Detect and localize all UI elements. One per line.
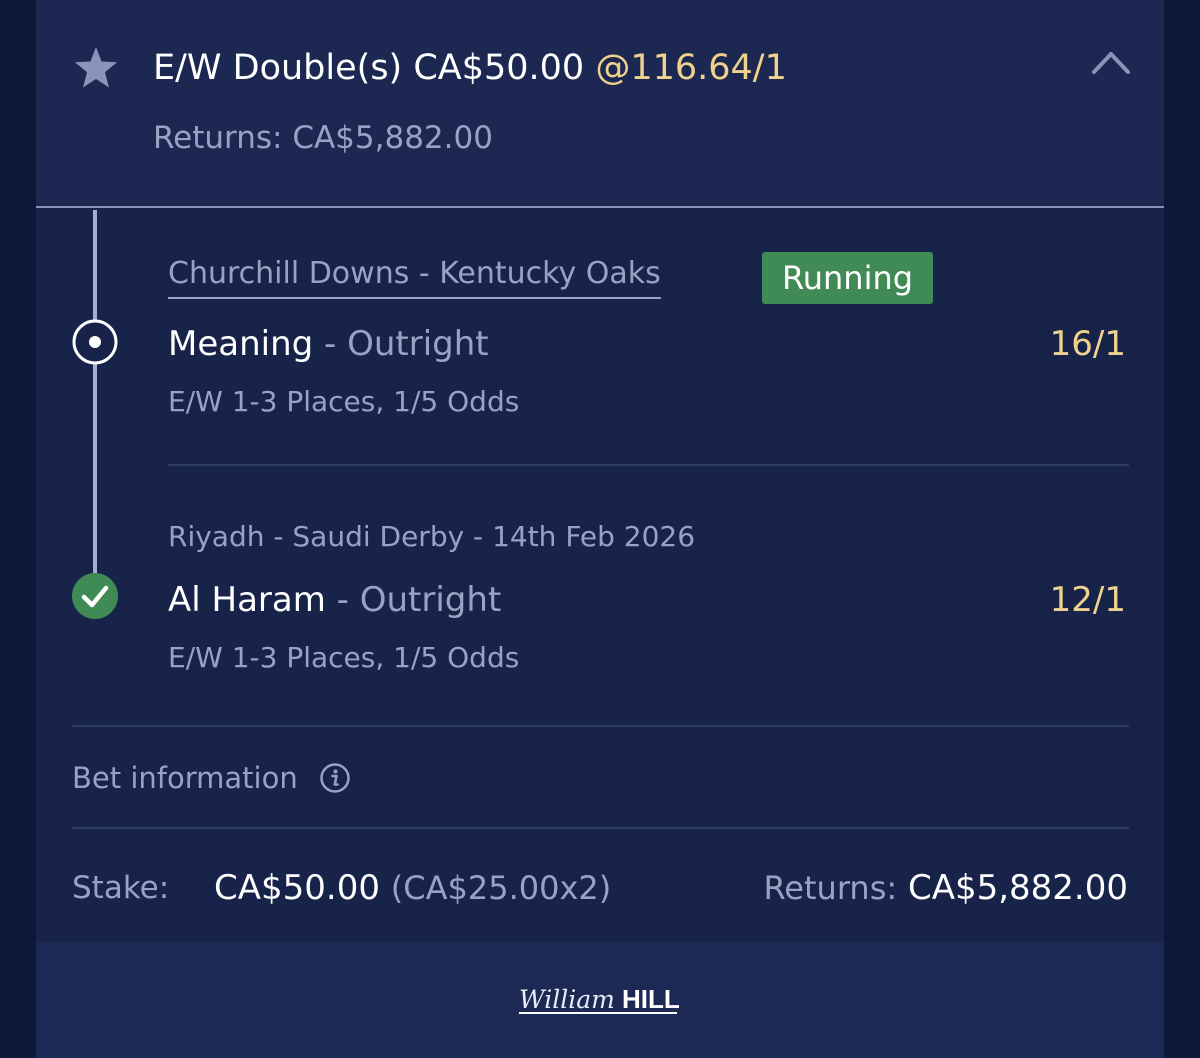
section-divider [72,725,1129,727]
radio-icon [72,319,118,365]
event-link[interactable]: Churchill Downs - Kentucky Oaks [168,254,661,299]
chevron-up-icon[interactable] [1090,48,1132,76]
bet-type: E/W Double(s) CA$50.00 [153,48,585,88]
logo-bold: HILL [622,984,679,1014]
total-odds: @116.64/1 [595,48,787,88]
stake-amount: CA$50.00 [214,868,380,908]
bet-information-link[interactable]: Bet information [72,758,298,798]
event-name: Riyadh - Saudi Derby - 14th Feb 2026 [168,520,696,553]
runner-name: Meaning [168,324,314,364]
info-icon[interactable] [319,762,351,794]
bet-slip-page: E/W Double(s) CA$50.00 @116.64/1 Returns… [0,0,1200,1058]
market-name: - Outright [313,324,489,364]
returns-label: Returns: [763,869,898,907]
leg-divider [168,464,1129,466]
logo-script: William [519,985,615,1014]
each-way-terms: E/W 1-3 Places, 1/5 Odds [168,385,520,418]
bet-title: E/W Double(s) CA$50.00 @116.64/1 [153,44,787,92]
each-way-terms: E/W 1-3 Places, 1/5 Odds [168,641,520,674]
stake-label: Stake: [72,870,170,906]
star-icon[interactable] [72,44,120,92]
selection-name: Meaning - Outright [168,320,489,368]
runner-name: Al Haram [168,580,326,620]
returns-value: CA$5,882.00 [907,868,1128,908]
check-icon [72,573,118,619]
market-name: - Outright [325,580,502,620]
status-badge: Running [762,252,933,304]
section-divider [72,827,1129,829]
timeline-line [93,210,97,596]
stake-split: (CA$25.00x2) [390,869,612,907]
returns-summary: Returns: CA$5,882.00 [764,864,1129,912]
bet-card-body [36,208,1164,942]
header-returns: Returns: CA$5,882.00 [153,120,493,156]
selection-odds: 16/1 [1049,324,1126,364]
selection-name: Al Haram - Outright [168,576,501,624]
william-hill-logo: William HILL [519,984,679,1014]
stake-value: CA$50.00 (CA$25.00x2) [214,864,611,912]
bet-card-header[interactable] [36,0,1164,206]
selection-odds: 12/1 [1049,580,1126,620]
